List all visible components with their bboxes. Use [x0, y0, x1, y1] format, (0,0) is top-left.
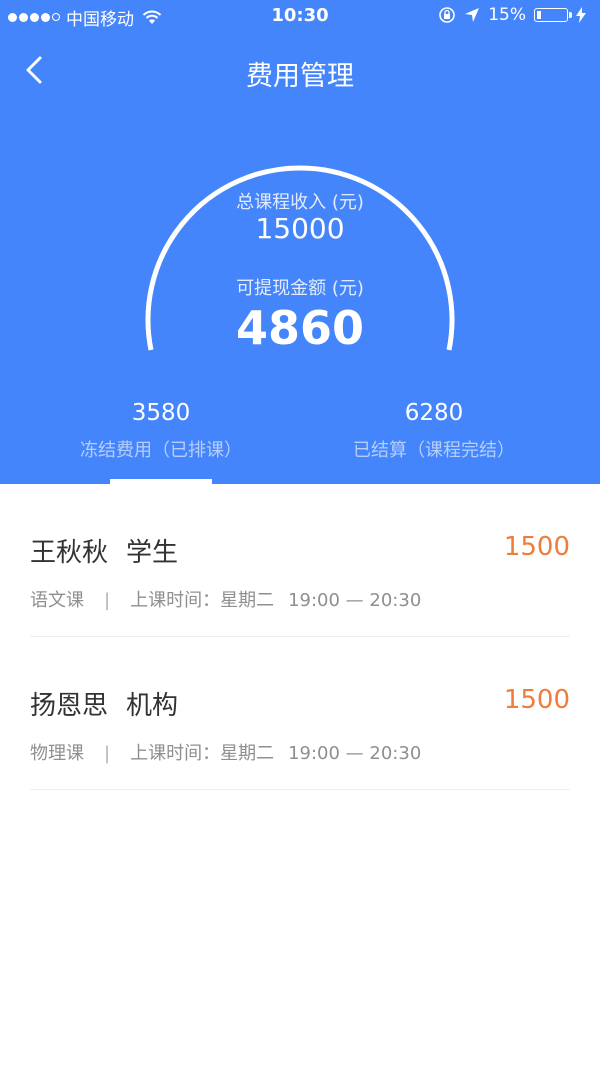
list-item[interactable]: 扬恩思 机构 1500 物理课 | 上课时间：星期二 19:00 — 20:30 [30, 637, 570, 790]
record-course: 物理课 [30, 743, 84, 764]
withdrawable-label: 可提现金额 (元) [236, 278, 364, 299]
total-income-label: 总课程收入 (元) [236, 192, 364, 213]
record-name: 王秋秋 [30, 538, 109, 568]
header: 中国移动 10:30 15% 费用管理 总课程收入 (元) 15000 可提现金… [0, 0, 600, 484]
withdrawable-value: 4860 [235, 301, 365, 355]
tab-frozen-label: 冻结费用（已排课） [80, 440, 242, 461]
separator: | [104, 743, 111, 764]
list-item[interactable]: 王秋秋 学生 1500 语文课 | 上课时间：星期二 19:00 — 20:30 [30, 484, 570, 637]
total-income-value: 15000 [255, 212, 345, 245]
record-time-label: 上课时间：星期二 [130, 590, 275, 611]
record-course: 语文课 [30, 590, 84, 611]
record-time-range: 19:00 — 20:30 [288, 590, 422, 611]
tab-frozen-value: 3580 [131, 400, 191, 426]
tab-settled-label: 已结算（课程完结） [353, 440, 515, 461]
record-role: 机构 [126, 691, 179, 721]
record-amount: 1500 [503, 532, 570, 562]
record-amount: 1500 [503, 685, 570, 715]
record-name-row: 扬恩思 机构 [30, 685, 178, 722]
tab-settled[interactable]: 6280 已结算（课程完结） [304, 400, 564, 462]
record-name: 扬恩思 [30, 691, 109, 721]
record-meta: 语文课 | 上课时间：星期二 19:00 — 20:30 [30, 586, 421, 612]
record-meta: 物理课 | 上课时间：星期二 19:00 — 20:30 [30, 739, 421, 765]
separator: | [104, 590, 111, 611]
tab-frozen-fees[interactable]: 3580 冻结费用（已排课） [31, 400, 291, 462]
record-time-range: 19:00 — 20:30 [288, 743, 422, 764]
tab-settled-value: 6280 [404, 400, 464, 426]
record-role: 学生 [126, 538, 179, 568]
record-name-row: 王秋秋 学生 [30, 532, 178, 569]
record-list: 王秋秋 学生 1500 语文课 | 上课时间：星期二 19:00 — 20:30 扬恩思… [0, 484, 600, 790]
record-time-label: 上课时间：星期二 [130, 743, 275, 764]
